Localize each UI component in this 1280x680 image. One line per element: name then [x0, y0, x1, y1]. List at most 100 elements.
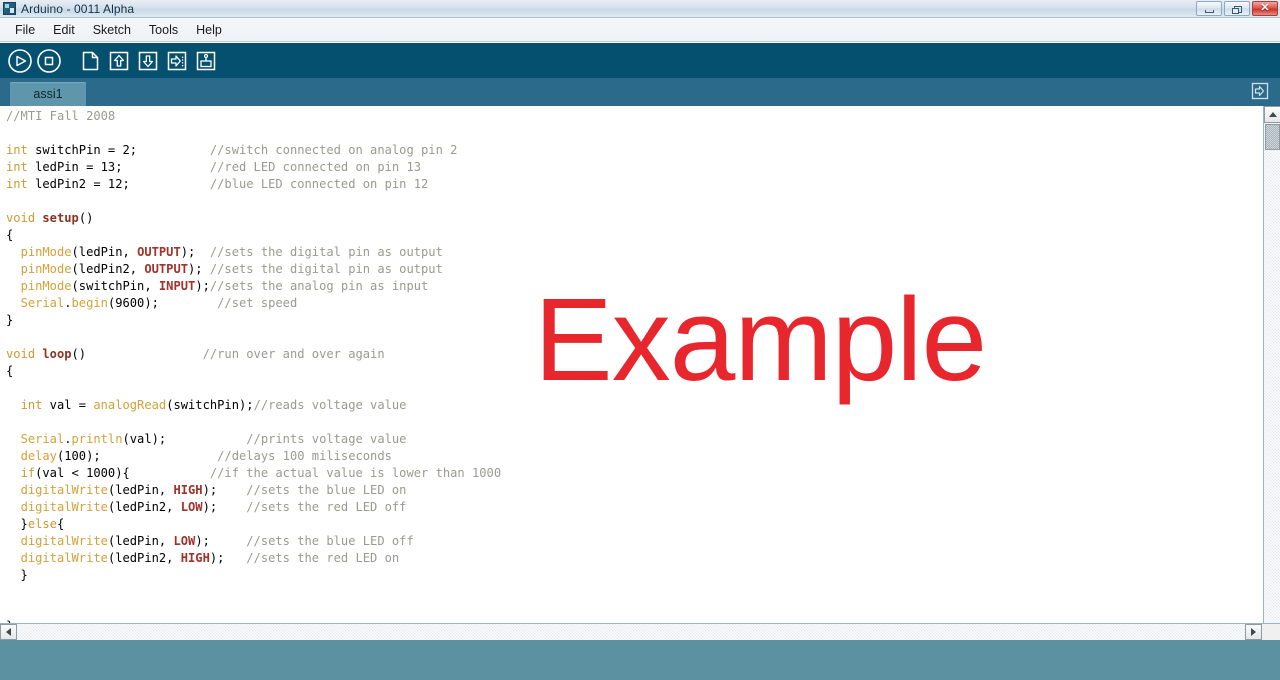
code-token: println	[71, 432, 123, 446]
new-button[interactable]	[76, 47, 104, 75]
code-token: //sets the red LED off	[246, 500, 407, 514]
code-line: int ledPin = 13; //red LED connected on …	[6, 159, 501, 176]
code-token: //sets the blue LED off	[246, 534, 414, 548]
minimize-icon	[1205, 10, 1214, 13]
code-token: //red LED connected on pin 13	[209, 160, 422, 174]
serial-monitor-button[interactable]	[192, 47, 220, 75]
minimize-button[interactable]	[1196, 1, 1222, 16]
code-token: //prints voltage value	[246, 432, 407, 446]
code-token: ()	[71, 347, 87, 361]
stop-circle-icon	[37, 48, 61, 73]
verify-run-button[interactable]	[6, 47, 34, 75]
code-token: //MTI Fall 2008	[6, 109, 116, 123]
menu-item-tools[interactable]: Tools	[140, 21, 187, 39]
chevron-left-icon	[6, 628, 11, 636]
stop-button[interactable]	[35, 47, 63, 75]
menu-item-sketch[interactable]: Sketch	[84, 21, 140, 39]
close-button[interactable]: ✕	[1252, 1, 1278, 16]
tab-assi1[interactable]: assi1	[10, 82, 86, 106]
code-token: {	[6, 364, 14, 378]
close-icon: ✕	[1260, 2, 1270, 14]
code-token: //set speed	[217, 296, 298, 310]
code-line: int ledPin2 = 12; //blue LED connected o…	[6, 176, 501, 193]
menu-item-edit[interactable]: Edit	[44, 21, 84, 39]
tab-label: assi1	[33, 87, 63, 101]
code-token: //delays 100 miliseconds	[217, 449, 392, 463]
code-line: pinMode(ledPin, OUTPUT); //sets the digi…	[6, 244, 501, 261]
new-file-icon	[82, 51, 99, 70]
code-line: {	[6, 227, 501, 244]
scroll-left-arrow[interactable]	[0, 624, 17, 640]
code-token: ()	[78, 211, 94, 225]
code-token: (switchPin,	[71, 279, 159, 293]
scroll-up-arrow[interactable]	[1264, 106, 1280, 123]
vertical-scrollbar[interactable]	[1263, 106, 1280, 623]
code-token: begin	[71, 296, 108, 310]
code-token: );	[202, 483, 218, 497]
code-token: );	[209, 551, 225, 565]
vertical-scroll-thumb[interactable]	[1265, 124, 1280, 150]
code-token: HIGH	[180, 551, 210, 565]
code-token: //sets the blue LED on	[246, 483, 407, 497]
title-bar: Arduino - 0011 Alpha ✕	[0, 0, 1280, 18]
menu-item-file[interactable]: File	[6, 21, 44, 39]
arrow-right-dots-icon	[167, 51, 187, 70]
code-token: OUTPUT	[137, 245, 181, 259]
code-token: pinMode	[20, 245, 72, 259]
code-token: delay	[20, 449, 57, 463]
play-circle-icon	[8, 48, 32, 73]
restore-button[interactable]	[1224, 1, 1250, 16]
code-token: int	[20, 398, 43, 412]
code-token: void	[6, 347, 36, 361]
code-token: //switch connected on analog pin 2	[209, 143, 458, 157]
code-text[interactable]: //MTI Fall 2008 int switchPin = 2; //swi…	[6, 108, 501, 635]
code-token: ledPin2 = 12;	[27, 177, 130, 191]
code-token: ledPin = 13;	[27, 160, 123, 174]
code-line: pinMode(switchPin, INPUT);//sets the ana…	[6, 278, 501, 295]
save-button[interactable]	[134, 47, 162, 75]
upload-button[interactable]	[163, 47, 191, 75]
horizontal-scrollbar[interactable]	[0, 623, 1280, 640]
code-token: (ledPin2,	[71, 262, 145, 276]
code-line: digitalWrite(ledPin2, HIGH); //sets the …	[6, 550, 501, 567]
code-token: (val);	[122, 432, 167, 446]
open-button[interactable]	[105, 47, 133, 75]
code-line: int switchPin = 2; //switch connected on…	[6, 142, 501, 159]
code-token: //blue LED connected on pin 12	[209, 177, 429, 191]
code-token: (ledPin,	[107, 534, 174, 548]
code-token: .	[64, 296, 72, 310]
code-editor[interactable]: //MTI Fall 2008 int switchPin = 2; //swi…	[0, 106, 1280, 640]
code-token: digitalWrite	[20, 500, 108, 514]
code-token: }	[6, 568, 28, 582]
code-token: );	[195, 279, 210, 293]
code-line: int val = analogRead(switchPin);//reads …	[6, 397, 501, 414]
code-token: (switchPin);	[166, 398, 254, 412]
code-token: (9600);	[107, 296, 159, 310]
code-token: (val < 1000){	[35, 466, 130, 480]
vertical-scroll-track[interactable]	[1264, 123, 1280, 623]
scroll-right-arrow[interactable]	[1245, 624, 1262, 640]
code-token: );	[195, 534, 210, 548]
code-token: loop	[42, 347, 72, 361]
menu-item-help[interactable]: Help	[187, 21, 231, 39]
tab-menu-button[interactable]	[1250, 81, 1270, 101]
code-token: analogRead	[93, 398, 167, 412]
code-token: (ledPin2,	[107, 551, 181, 565]
code-token: (100);	[56, 449, 101, 463]
code-token: //run over and over again	[202, 347, 385, 361]
window-title: Arduino - 0011 Alpha	[21, 1, 135, 16]
